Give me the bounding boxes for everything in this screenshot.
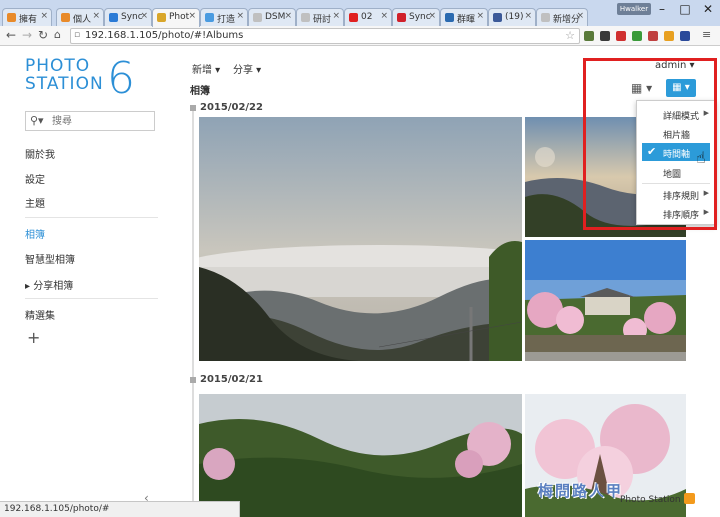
minimize-icon[interactable]: – — [650, 2, 674, 16]
address-bar-row: ← → ↻ ⌂ ▫ 192.168.1.105/photo/#!Albums ☆… — [0, 26, 720, 46]
tab-favicon-icon — [253, 13, 262, 22]
browser-tab[interactable]: Sync × — [104, 8, 152, 26]
close-window-icon[interactable]: ✕ — [696, 2, 720, 16]
photo-thumbnail[interactable] — [199, 394, 522, 517]
status-bar: 192.168.1.105/photo/# — [0, 501, 240, 517]
close-tab-icon[interactable]: × — [92, 11, 100, 21]
browser-tab[interactable]: DSM × — [248, 8, 296, 26]
sidebar-item-about[interactable]: 關於我 — [25, 146, 55, 161]
tab-favicon-icon — [61, 13, 70, 22]
watermark: 梅問路人甲 — [538, 482, 624, 500]
sidebar-item-collections[interactable]: 精選集 — [25, 307, 55, 322]
extension-icon[interactable] — [584, 31, 594, 41]
extension-icon[interactable] — [632, 31, 642, 41]
extension-icon[interactable] — [616, 31, 626, 41]
menu-icon[interactable]: ≡ — [702, 28, 711, 41]
close-tab-icon[interactable]: × — [188, 11, 196, 21]
url-input[interactable]: ▫ 192.168.1.105/photo/#!Albums ☆ — [70, 28, 580, 44]
tab-favicon-icon — [493, 13, 502, 22]
back-arrow-icon[interactable]: ← — [6, 28, 16, 42]
timeline-line — [192, 105, 194, 517]
breadcrumb: 相簿 — [190, 86, 210, 97]
tab-favicon-icon — [541, 13, 550, 22]
tab-favicon-icon — [7, 13, 16, 22]
close-tab-icon[interactable]: × — [476, 11, 484, 21]
extension-icon[interactable] — [680, 31, 690, 41]
close-tab-icon[interactable]: × — [284, 11, 292, 21]
tab-favicon-icon — [397, 13, 406, 22]
close-tab-icon[interactable]: × — [140, 11, 148, 21]
browser-tab[interactable]: 新增分 × — [536, 8, 588, 26]
date-heading: 2015/02/21 — [200, 374, 263, 385]
tab-favicon-icon — [445, 13, 454, 22]
rss-icon[interactable] — [684, 493, 695, 504]
add-icon[interactable]: + — [27, 328, 40, 347]
browser-tabstrip: 擁有 × 個人 × Sync × Phot × 打造 × DSM × 研討 × 02 × Syn… — [0, 0, 720, 27]
date-heading: 2015/02/22 — [200, 102, 263, 113]
extension-icon[interactable] — [600, 31, 610, 41]
forward-arrow-icon[interactable]: → — [22, 28, 32, 42]
browser-tab[interactable]: 群暉 × — [440, 8, 488, 26]
close-tab-icon[interactable]: × — [428, 11, 436, 21]
tab-favicon-icon — [349, 13, 358, 22]
search-input[interactable] — [52, 114, 150, 128]
home-icon[interactable]: ⌂ — [54, 28, 61, 41]
bookmark-star-icon[interactable]: ☆ — [565, 29, 575, 42]
maximize-icon[interactable]: □ — [673, 2, 697, 16]
photo-image — [199, 117, 522, 361]
browser-tab[interactable]: (19) × — [488, 8, 536, 26]
photo-thumbnail[interactable] — [199, 117, 522, 361]
highlight-annotation — [583, 58, 717, 230]
photo-thumbnail[interactable] — [525, 240, 686, 361]
browser-tab[interactable]: 打造 × — [200, 8, 248, 26]
photo-image — [525, 240, 686, 361]
browser-tab[interactable]: 02 × — [344, 8, 392, 26]
new-menu-button[interactable]: 新增 ▾ — [192, 61, 220, 76]
close-tab-icon[interactable]: × — [236, 11, 244, 21]
close-tab-icon[interactable]: × — [380, 11, 388, 21]
browser-tab-active[interactable]: Phot × — [152, 8, 200, 27]
sidebar: PHOTO STATION 6 ⚲▾ 關於我 設定 主題 相簿 智慧型相簿 ▸ … — [0, 47, 185, 517]
sidebar-item-smart-albums[interactable]: 智慧型相簿 — [25, 251, 75, 266]
profile-badge[interactable]: Hwalker — [617, 3, 651, 15]
close-tab-icon[interactable]: × — [524, 11, 532, 21]
timeline-marker — [190, 377, 196, 383]
gmail-icon[interactable] — [648, 31, 658, 41]
tab-favicon-icon — [205, 13, 214, 22]
sidebar-item-settings[interactable]: 設定 — [25, 171, 45, 186]
divider — [25, 298, 158, 299]
tab-favicon-icon — [157, 13, 166, 22]
extension-icon[interactable] — [664, 31, 674, 41]
photo-image — [199, 394, 522, 517]
tab-favicon-icon — [109, 13, 118, 22]
sidebar-item-theme[interactable]: 主題 — [25, 195, 45, 210]
hand-cursor-icon: ☝ — [696, 148, 706, 167]
sidebar-item-shared-albums[interactable]: ▸ 分享相簿 — [25, 277, 73, 292]
divider — [25, 217, 158, 218]
search-box[interactable]: ⚲▾ — [25, 111, 155, 131]
timeline-marker — [190, 105, 196, 111]
browser-tab[interactable]: 擁有 × — [2, 8, 52, 26]
browser-tab[interactable]: 研討 × — [296, 8, 344, 26]
footer-text: Photo Station 6 — [620, 495, 690, 505]
share-menu-button[interactable]: 分享 ▾ — [233, 61, 261, 76]
sidebar-item-albums[interactable]: 相簿 — [25, 226, 45, 241]
search-icon[interactable]: ⚲▾ — [30, 114, 44, 127]
close-tab-icon[interactable]: × — [576, 11, 584, 21]
browser-tab[interactable]: Sync × — [392, 8, 440, 26]
close-tab-icon[interactable]: × — [40, 11, 48, 21]
close-tab-icon[interactable]: × — [332, 11, 340, 21]
reload-icon[interactable]: ↻ — [38, 28, 48, 42]
photo-station-logo: PHOTO STATION 6 — [25, 53, 135, 104]
browser-tab[interactable]: 個人 × — [56, 8, 104, 26]
tab-favicon-icon — [301, 13, 310, 22]
page-icon: ▫ — [74, 30, 81, 40]
